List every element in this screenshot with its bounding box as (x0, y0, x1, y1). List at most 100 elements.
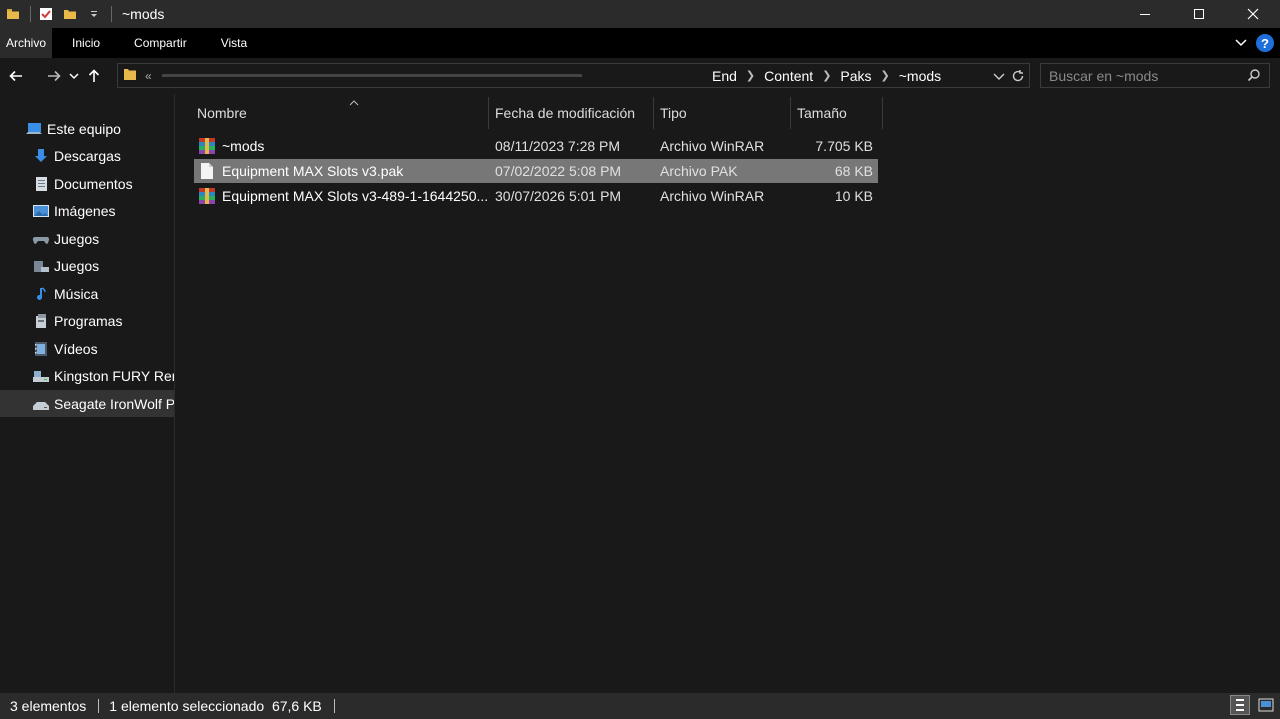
search-input[interactable] (1041, 67, 1231, 84)
breadcrumb-mods[interactable]: ~mods (899, 68, 941, 84)
table-row[interactable]: Equipment MAX Slots v3.pak 07/02/2022 5:… (194, 159, 878, 183)
divider (333, 699, 335, 713)
column-header-name[interactable]: Nombre (191, 97, 489, 129)
tab-vista[interactable]: Vista (211, 28, 257, 58)
large-icons-view-icon (1258, 698, 1274, 712)
file-type: Archivo WinRAR (660, 188, 765, 204)
search-box[interactable] (1040, 63, 1270, 88)
sidebar-item-imagenes[interactable]: Imágenes (0, 197, 174, 224)
pictures-icon (32, 202, 50, 220)
breadcrumb-paks[interactable]: Paks (840, 68, 871, 84)
file-type: Archivo PAK (660, 163, 738, 179)
table-row[interactable]: ~mods 08/11/2023 7:28 PM Archivo WinRAR … (194, 134, 878, 158)
computer-icon (25, 120, 43, 138)
ribbon-right-controls: ? (1234, 28, 1274, 58)
chevron-down-icon (69, 73, 79, 80)
file-date: 07/02/2022 5:08 PM (495, 163, 622, 179)
expand-ribbon-button[interactable] (1234, 35, 1248, 52)
arrow-right-icon (48, 70, 61, 82)
sidebar-item-descargas[interactable]: Descargas (0, 142, 174, 169)
maximize-button[interactable] (1172, 0, 1226, 28)
close-icon (1247, 8, 1259, 20)
large-icons-view-button[interactable] (1256, 695, 1276, 715)
column-header-type[interactable]: Tipo (654, 97, 791, 129)
customize-toolbar-icon[interactable] (85, 5, 103, 23)
sidebar-item-programas[interactable]: Programas (0, 307, 174, 334)
chevron-right-icon[interactable]: ❯ (881, 69, 890, 82)
view-switcher (1230, 695, 1276, 715)
back-button[interactable] (3, 63, 29, 89)
details-view-icon (1236, 699, 1244, 711)
tab-archivo[interactable]: Archivo (0, 28, 53, 58)
column-header-date[interactable]: Fecha de modificación (489, 97, 654, 129)
folder-icon (123, 66, 137, 85)
item-count: 3 elementos (10, 698, 87, 714)
redacted-path (161, 74, 582, 77)
up-button[interactable] (81, 63, 107, 89)
sidebar-item-documentos[interactable]: Documentos (0, 170, 174, 197)
sidebar-item-este-equipo[interactable]: Este equipo (0, 115, 174, 142)
chevron-down-icon[interactable] (993, 70, 1005, 82)
sort-ascending-icon (349, 97, 359, 109)
help-icon[interactable]: ? (1256, 34, 1274, 52)
title-bar: ~mods (0, 0, 1280, 28)
close-button[interactable] (1226, 0, 1280, 28)
folder-icon (4, 5, 22, 23)
file-name: Equipment MAX Slots v3-489-1-1644250... (222, 188, 489, 204)
window-title: ~mods (122, 6, 165, 22)
window-controls (1118, 0, 1280, 28)
downloads-icon (32, 147, 50, 165)
breadcrumb-end[interactable]: End (712, 68, 737, 84)
status-bar: 3 elementos 1 elemento seleccionado 67,6… (0, 693, 1280, 719)
game-drive-icon (32, 257, 50, 275)
sidebar-item-juegos[interactable]: Juegos (0, 225, 174, 252)
address-overflow[interactable]: « (145, 69, 152, 83)
drive-icon (32, 395, 50, 413)
table-row[interactable]: Equipment MAX Slots v3-489-1-1644250... … (194, 184, 878, 208)
search-icon[interactable] (1247, 68, 1261, 82)
gamepad-icon (32, 230, 50, 248)
file-name: ~mods (222, 138, 265, 154)
music-icon (32, 285, 50, 303)
breadcrumb: End ❯ Content ❯ Paks ❯ ~mods (712, 64, 941, 87)
file-type: Archivo WinRAR (660, 138, 765, 154)
properties-icon[interactable] (37, 5, 55, 23)
file-list: Nombre Fecha de modificación Tipo Tamaño… (176, 94, 1280, 693)
winrar-icon (199, 188, 215, 204)
details-view-button[interactable] (1230, 695, 1250, 715)
documents-icon (32, 175, 50, 193)
maximize-icon (1194, 9, 1204, 19)
arrow-up-icon (88, 69, 100, 82)
address-controls (993, 64, 1025, 87)
new-folder-icon[interactable] (61, 5, 79, 23)
minimize-button[interactable] (1118, 0, 1172, 28)
file-icon (201, 163, 213, 179)
sidebar-item-seagate[interactable]: Seagate IronWolf Pro (0, 390, 174, 417)
column-header-size[interactable]: Tamaño (791, 97, 883, 129)
chevron-right-icon[interactable]: ❯ (822, 69, 831, 82)
address-bar[interactable]: « End ❯ Content ❯ Paks ❯ ~mods (117, 63, 1030, 88)
navigation-bar: « End ❯ Content ❯ Paks ❯ ~mods (0, 58, 1280, 94)
tab-compartir[interactable]: Compartir (124, 28, 197, 58)
refresh-icon[interactable] (1011, 69, 1025, 83)
recent-locations-button[interactable] (67, 63, 81, 89)
divider (111, 6, 112, 22)
minimize-icon (1140, 14, 1150, 15)
navigation-pane: Este equipo Descargas Documentos Imágene… (0, 94, 175, 693)
quick-access-toolbar (0, 0, 118, 28)
divider (30, 6, 31, 22)
sidebar-item-videos[interactable]: Vídeos (0, 335, 174, 362)
chevron-right-icon[interactable]: ❯ (746, 69, 755, 82)
file-size: 10 KB (834, 188, 873, 204)
drive-icon (32, 367, 50, 385)
sidebar-item-musica[interactable]: Música (0, 280, 174, 307)
breadcrumb-content[interactable]: Content (764, 68, 813, 84)
forward-button[interactable] (41, 63, 67, 89)
videos-icon (32, 340, 50, 358)
arrow-left-icon (9, 70, 22, 82)
ribbon-tabs: Archivo Inicio Compartir Vista ? (0, 28, 1280, 58)
sidebar-item-kingston[interactable]: Kingston FURY Renegade (0, 362, 174, 389)
tab-inicio[interactable]: Inicio (62, 28, 110, 58)
file-date: 08/11/2023 7:28 PM (495, 138, 621, 154)
sidebar-item-juegos-drive[interactable]: Juegos (0, 252, 174, 279)
